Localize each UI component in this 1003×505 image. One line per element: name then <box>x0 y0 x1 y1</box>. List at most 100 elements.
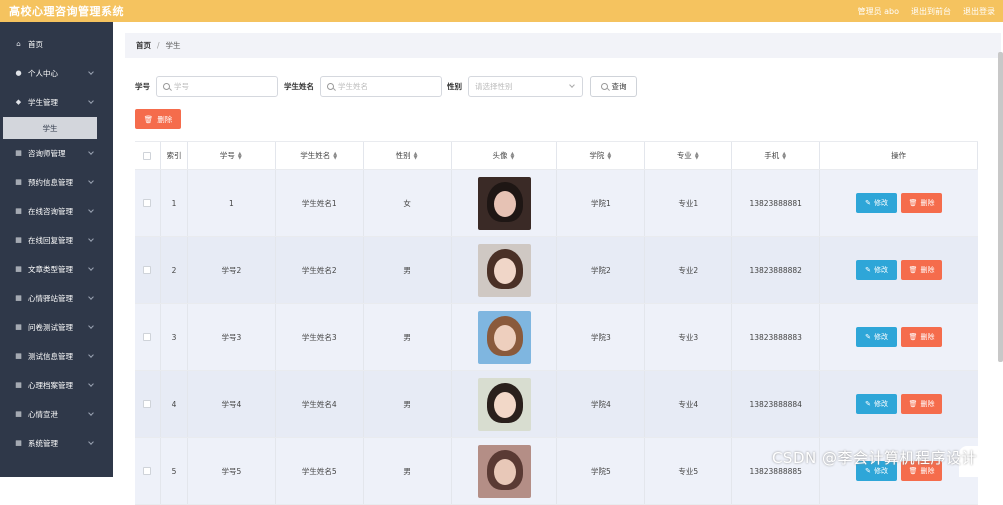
batch-delete-button[interactable]: 🗑 删除 <box>135 109 181 129</box>
sidebar-item-9[interactable]: ▦ 问卷测试管理 <box>0 313 113 342</box>
table-row: 2 学号2 学生姓名2 男 学院2 专业2 13823888882 ✎ 修改 🗑 删… <box>135 237 978 304</box>
column-header[interactable]: 学院 ▲ ▼ <box>557 142 646 169</box>
delete-button[interactable]: 🗑 删除 <box>901 193 943 213</box>
table-row: 3 学号3 学生姓名3 男 学院3 专业3 13823888883 ✎ 修改 🗑 删… <box>135 304 978 371</box>
cell-student-id: 学号5 <box>188 438 276 504</box>
breadcrumb-home[interactable]: 首页 <box>136 40 151 51</box>
cell-avatar <box>452 237 558 303</box>
sidebar-subitem-student[interactable]: 学生 <box>3 117 97 139</box>
sidebar: ⌂ 首页 ● 个人中心 ◆ 学生管理 学生 ▦ 咨询师管理 ▦ 预约信息管理 ▦… <box>0 22 113 477</box>
select-all-checkbox[interactable] <box>143 151 152 160</box>
cell-major: 专业5 <box>645 438 733 504</box>
row-checkbox[interactable] <box>143 400 152 408</box>
chevron-down-icon <box>88 410 94 416</box>
filter-student-id: 学号 学号 <box>135 75 278 97</box>
grid-icon: ▦ <box>15 265 22 273</box>
column-header[interactable]: 学号 ▲ ▼ <box>188 142 276 169</box>
logout-link[interactable]: 退出登录 <box>963 6 995 17</box>
chevron-down-icon <box>88 207 94 213</box>
edit-icon: ✎ <box>865 266 871 274</box>
row-checkbox[interactable] <box>143 333 152 341</box>
top-right-links: 管理员 abo 退出到前台 退出登录 <box>858 6 995 17</box>
gender-select[interactable]: 请选择性别 <box>468 75 583 97</box>
back-to-front-link[interactable]: 退出到前台 <box>911 6 951 17</box>
sidebar-item-label: 个人中心 <box>28 69 58 78</box>
sidebar-item-label: 首页 <box>28 40 43 49</box>
cell-phone: 13823888883 <box>732 304 821 370</box>
column-header[interactable]: 性别 ▲ ▼ <box>364 142 452 169</box>
sidebar-item-5[interactable]: ▦ 在线咨询管理 <box>0 197 113 226</box>
cell-major: 专业3 <box>645 304 733 370</box>
sort-icon[interactable]: ▲ ▼ <box>607 151 612 160</box>
sidebar-item-label: 学生管理 <box>28 98 58 107</box>
column-header[interactable]: 头像 ▲ ▼ <box>452 142 558 169</box>
user-icon: ● <box>15 69 22 77</box>
edit-button[interactable]: ✎ 修改 <box>856 260 898 280</box>
row-checkbox[interactable] <box>143 266 152 274</box>
sidebar-item-label: 咨询师管理 <box>28 149 66 158</box>
row-checkbox-cell <box>135 237 161 303</box>
edit-button[interactable]: ✎ 修改 <box>856 193 898 213</box>
sidebar-item-7[interactable]: ▦ 文章类型管理 <box>0 255 113 284</box>
sort-icon[interactable]: ▲ ▼ <box>333 151 338 160</box>
edit-button[interactable]: ✎ 修改 <box>856 394 898 414</box>
column-header-label: 专业 <box>676 151 692 160</box>
search-icon <box>163 82 170 90</box>
sidebar-item-13[interactable]: ▦ 系统管理 <box>0 429 113 458</box>
scrollbar[interactable] <box>998 52 1003 362</box>
column-header-label: 头像 <box>492 151 508 160</box>
column-header: 操作 <box>820 142 978 169</box>
chevron-down-icon <box>569 81 575 88</box>
edit-button[interactable]: ✎ 修改 <box>856 327 898 347</box>
cell-gender: 男 <box>364 438 452 504</box>
sidebar-item-0[interactable]: ⌂ 首页 <box>0 30 113 59</box>
sidebar-item-10[interactable]: ▦ 测试信息管理 <box>0 342 113 371</box>
delete-button[interactable]: 🗑 删除 <box>901 260 943 280</box>
sidebar-item-1[interactable]: ● 个人中心 <box>0 59 113 88</box>
column-header[interactable]: 学生姓名 ▲ ▼ <box>276 142 364 169</box>
gender-placeholder: 请选择性别 <box>475 81 513 91</box>
cell-college: 学院4 <box>557 371 646 437</box>
delete-button[interactable]: 🗑 删除 <box>901 327 943 347</box>
column-header-label: 操作 <box>891 151 907 160</box>
sort-icon[interactable]: ▲ ▼ <box>782 151 787 160</box>
sort-icon[interactable]: ▲ ▼ <box>414 151 419 160</box>
column-header[interactable]: 手机 ▲ ▼ <box>732 142 821 169</box>
sort-icon[interactable]: ▲ ▼ <box>238 151 243 160</box>
sidebar-item-6[interactable]: ▦ 在线回复管理 <box>0 226 113 255</box>
cell-actions: ✎ 修改 🗑 删除 <box>820 237 978 303</box>
table-row: 1 1 学生姓名1 女 学院1 专业1 13823888881 ✎ 修改 🗑 删除 <box>135 170 978 237</box>
sort-icon[interactable]: ▲ ▼ <box>695 151 700 160</box>
sidebar-item-12[interactable]: ▦ 心情宣泄 <box>0 400 113 429</box>
student-name-input[interactable]: 学生姓名 <box>320 75 442 97</box>
row-checkbox[interactable] <box>143 467 152 475</box>
sidebar-item-4[interactable]: ▦ 预约信息管理 <box>0 168 113 197</box>
cell-avatar <box>452 170 558 236</box>
row-checkbox[interactable] <box>143 199 152 207</box>
delete-button[interactable]: 🗑 删除 <box>901 394 943 414</box>
sidebar-item-11[interactable]: ▦ 心理档案管理 <box>0 371 113 400</box>
cell-phone: 13823888884 <box>732 371 821 437</box>
cell-gender: 男 <box>364 304 452 370</box>
search-button[interactable]: 查询 <box>590 76 637 97</box>
cell-college: 学院3 <box>557 304 646 370</box>
sidebar-item-label: 心情宣泄 <box>28 410 58 419</box>
grid-icon: ▦ <box>15 178 22 186</box>
sidebar-item-label: 测试信息管理 <box>28 352 73 361</box>
sidebar-item-8[interactable]: ▦ 心情驿站管理 <box>0 284 113 313</box>
row-checkbox-cell <box>135 170 161 236</box>
grid-icon: ▦ <box>15 439 22 447</box>
sidebar-item-label: 在线咨询管理 <box>28 207 73 216</box>
sidebar-item-2[interactable]: ◆ 学生管理 <box>0 88 113 117</box>
cell-student-name: 学生姓名1 <box>276 170 364 236</box>
avatar <box>477 444 531 498</box>
student-id-input[interactable]: 学号 <box>156 75 278 97</box>
edit-icon: ✎ <box>865 400 871 408</box>
sort-icon[interactable]: ▲ ▼ <box>511 151 516 160</box>
cell-phone: 13823888881 <box>732 170 821 236</box>
cell-student-name: 学生姓名5 <box>276 438 364 504</box>
sidebar-item-3[interactable]: ▦ 咨询师管理 <box>0 139 113 168</box>
column-header[interactable]: 专业 ▲ ▼ <box>645 142 733 169</box>
edit-button-label: 修改 <box>874 266 888 274</box>
app-title: 高校心理咨询管理系统 <box>9 5 124 18</box>
